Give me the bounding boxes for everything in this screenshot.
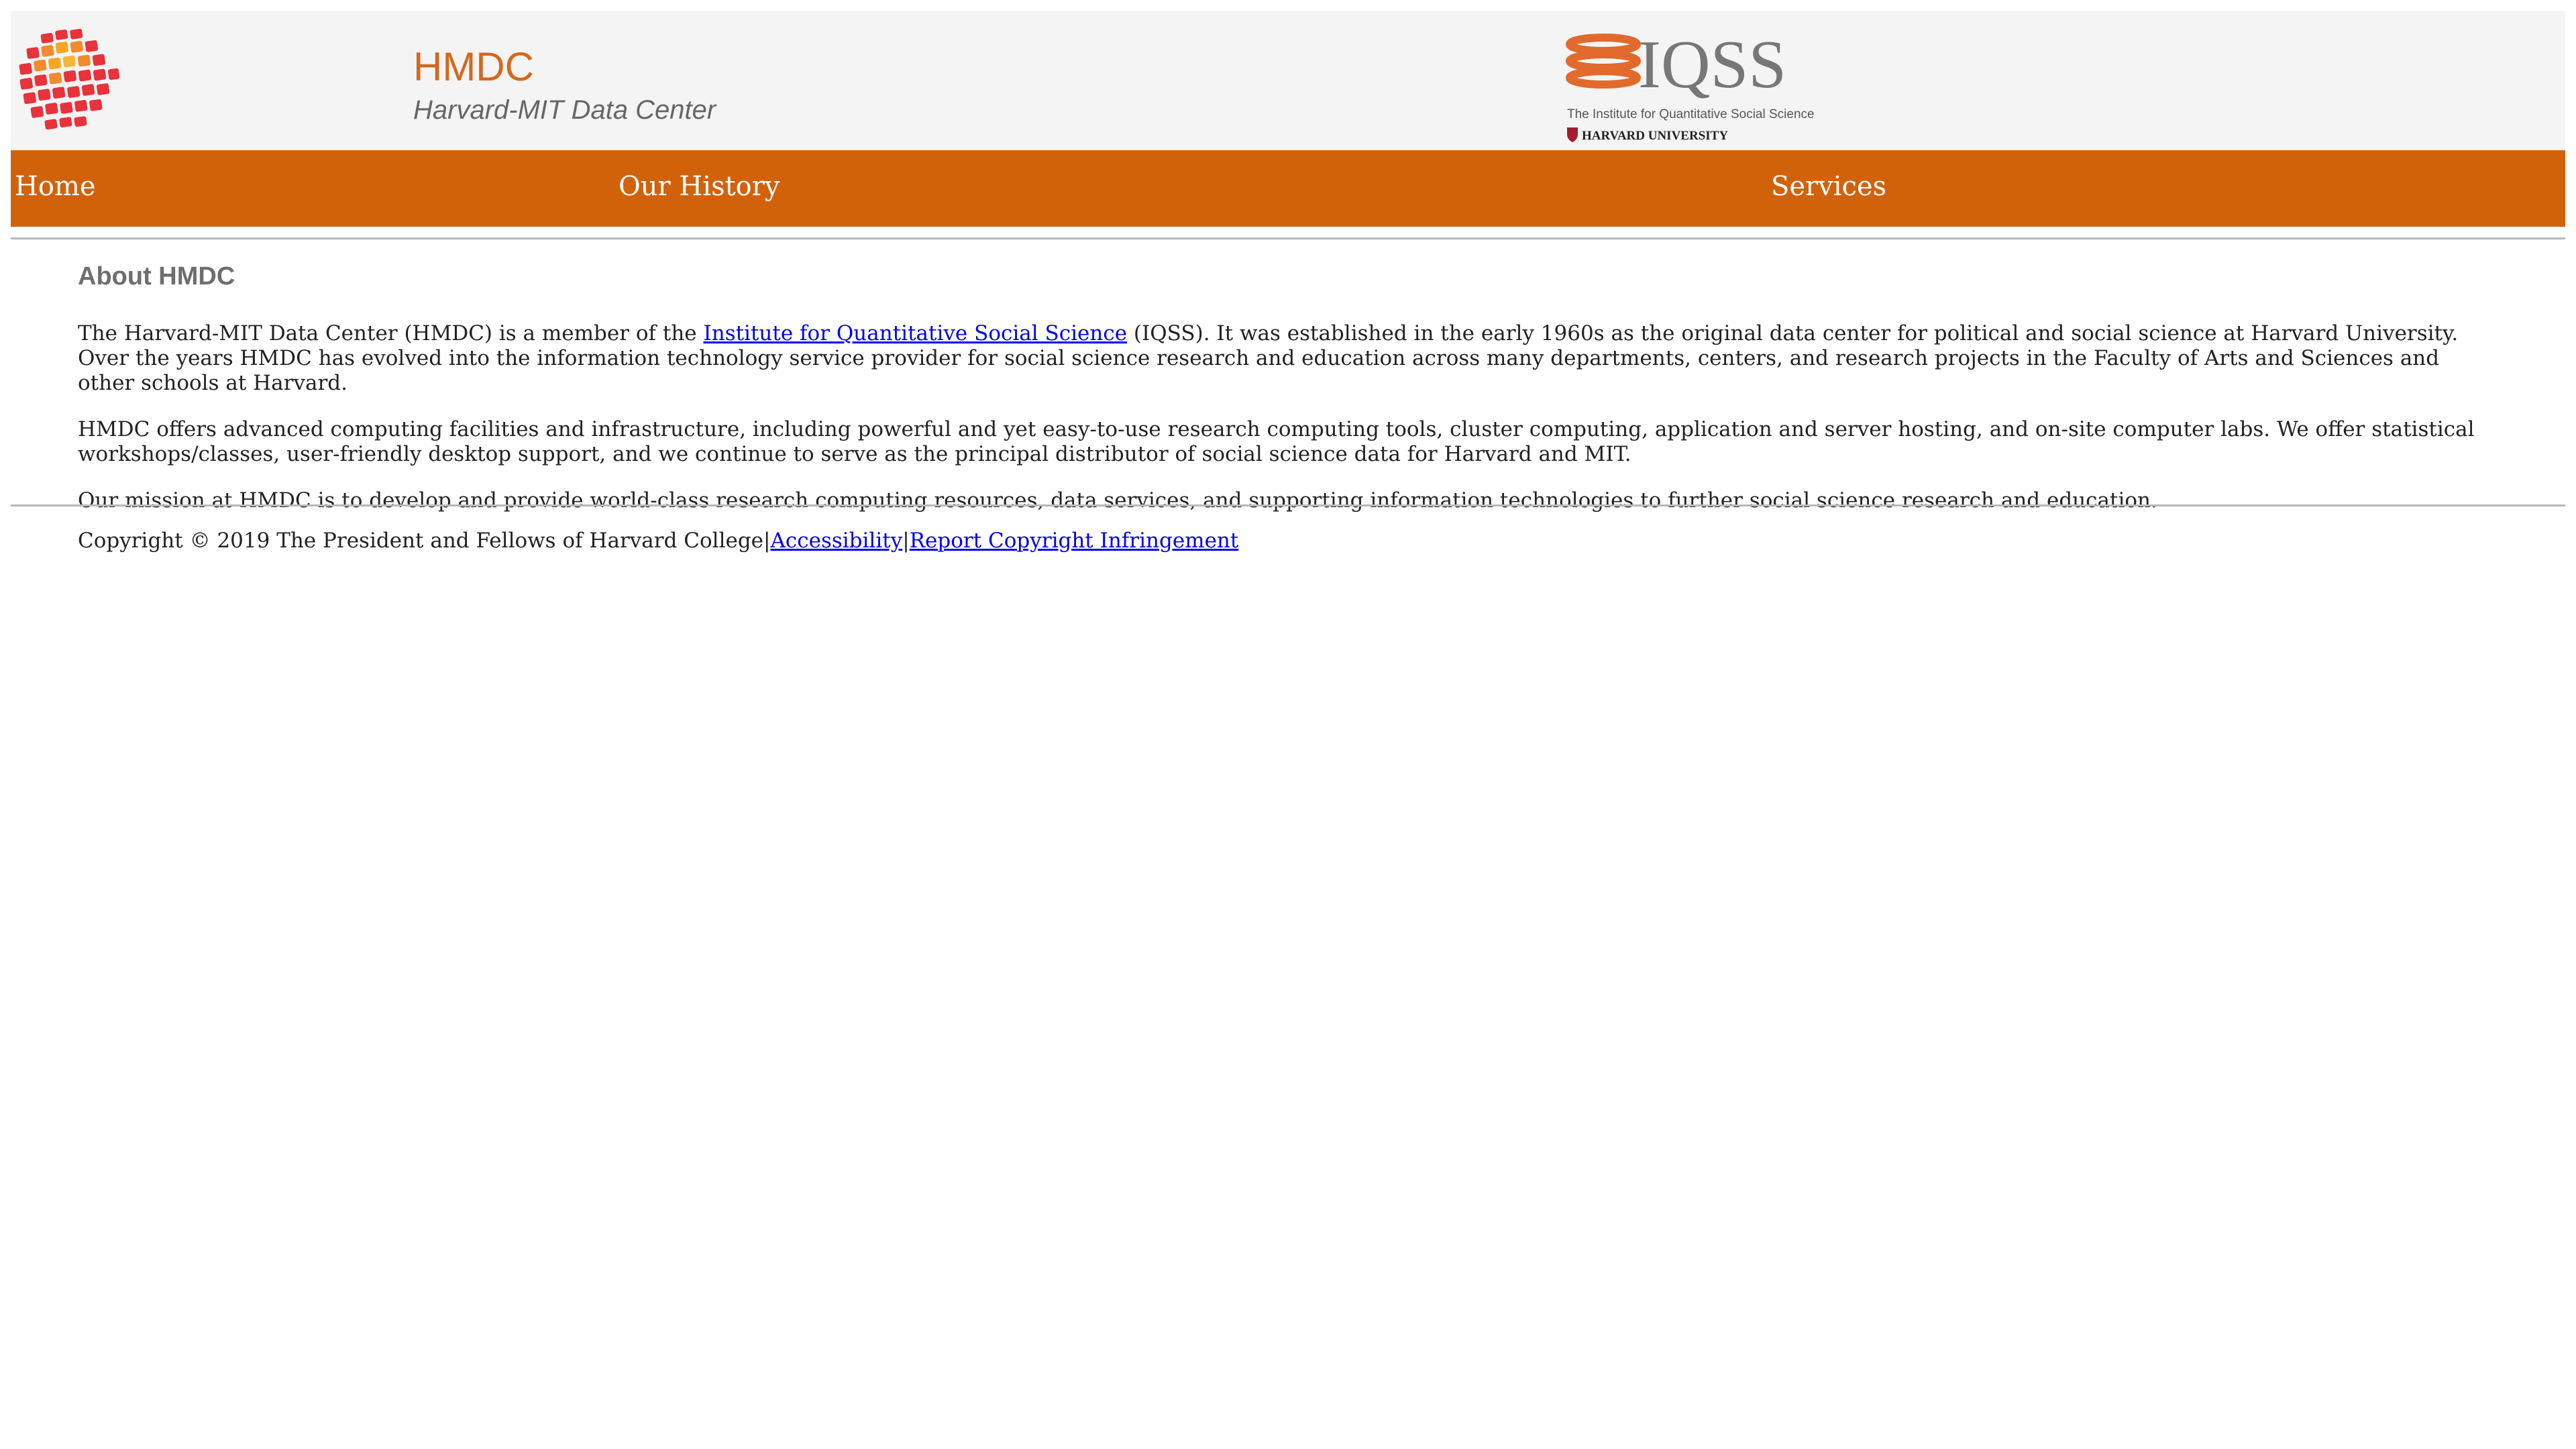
report-copyright-link[interactable]: Report Copyright Infringement xyxy=(910,529,1239,553)
nav-home[interactable]: Home xyxy=(15,170,96,203)
hmdc-logo-icon[interactable] xyxy=(15,25,122,133)
accessibility-link[interactable]: Accessibility xyxy=(770,529,902,553)
site-header: HMDC Harvard-MIT Data Center IQSS The In… xyxy=(11,11,2565,150)
page: HMDC Harvard-MIT Data Center IQSS The In… xyxy=(0,0,2576,1449)
iqss-rings-icon xyxy=(1566,34,1641,89)
footer-separator-1: | xyxy=(763,529,771,553)
nav-our-history[interactable]: Our History xyxy=(619,170,780,203)
about-paragraph-1: The Harvard-MIT Data Center (HMDC) is a … xyxy=(78,321,2493,396)
footer-separator-2: | xyxy=(902,529,910,553)
about-paragraph-2: HMDC offers advanced computing facilitie… xyxy=(78,417,2475,467)
divider-top xyxy=(11,237,2565,239)
copyright-text: Copyright © 2019 The President and Fello… xyxy=(78,529,764,553)
site-title: HMDC xyxy=(413,44,534,89)
iqss-link[interactable]: Institute for Quantitative Social Scienc… xyxy=(703,321,1127,345)
mission-paragraph: Our mission at HMDC is to develop and pr… xyxy=(78,488,2157,513)
iqss-wordmark: IQSS xyxy=(1638,27,1786,103)
nav-services[interactable]: Services xyxy=(1771,170,1886,203)
iqss-tagline: The Institute for Quantitative Social Sc… xyxy=(1567,107,1815,121)
divider-bottom xyxy=(11,504,2565,506)
harvard-university-label: HARVARD UNIVERSITY xyxy=(1582,129,1728,143)
main-content: About HMDC The Harvard-MIT Data Center (… xyxy=(78,260,2493,535)
about-p1-intro: The Harvard-MIT Data Center (HMDC) is a … xyxy=(78,321,704,346)
site-subtitle: Harvard-MIT Data Center xyxy=(413,95,716,125)
site-footer: Copyright © 2019 The President and Fello… xyxy=(78,527,1238,554)
iqss-logo[interactable]: IQSS The Institute for Quantitative Soci… xyxy=(1566,24,1821,145)
page-heading: About HMDC xyxy=(78,262,235,290)
main-nav: Home Our History Services xyxy=(11,150,2565,227)
harvard-shield-icon xyxy=(1567,127,1578,142)
